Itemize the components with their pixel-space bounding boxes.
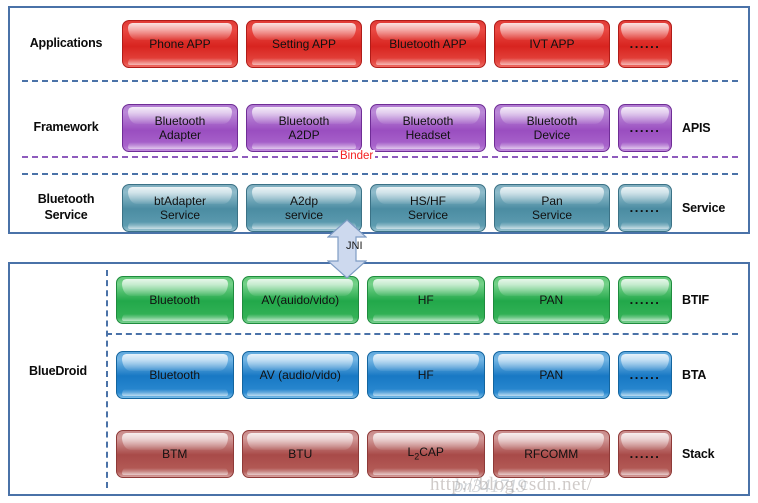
node-bluetooth-device[interactable]: Bluetooth Device [494,104,610,152]
row-tail-apis: APIS [682,121,711,135]
row-boxes-bta: Bluetooth AV (audio/vido) HF PAN ...... [116,351,674,399]
node-bta-bluetooth[interactable]: Bluetooth [116,351,234,399]
node-stack-btm[interactable]: BTM [116,430,234,478]
jni-label: JNI [346,240,363,252]
node-hshf-service[interactable]: HS/HF Service [370,184,486,232]
divider-btif-bta [106,333,738,335]
row-bta: Bluetooth AV (audio/vido) HF PAN ...... … [10,347,748,403]
row-bluetooth-service: Bluetooth Service btAdapter Service A2dp se… [10,180,748,236]
node-bta-av[interactable]: AV (audio/vido) [241,351,359,399]
node-bta-hf[interactable]: HF [367,351,485,399]
node-btif-pan[interactable]: PAN [492,276,610,324]
node-stack-ellipsis[interactable]: ...... [618,430,672,478]
bluedroid-section: BlueDroid Bluetooth AV(auido/vido) HF PA… [8,262,750,496]
row-label-bluetooth-service: Bluetooth Service [37,192,95,222]
l2cap-label: L2CAP [407,445,444,462]
node-stack-btu[interactable]: BTU [241,430,359,478]
node-btif-bluetooth[interactable]: Bluetooth [116,276,234,324]
row-boxes-stack: BTM BTU L2CAP RFCOMM ...... [116,430,674,478]
row-stack: BTM BTU L2CAP RFCOMM ...... Stack [10,426,748,482]
node-bluetooth-headset[interactable]: Bluetooth Headset [370,104,486,152]
row-tail-stack: Stack [682,447,715,461]
node-phone-app[interactable]: Phone APP [122,20,238,68]
node-applications-ellipsis[interactable]: ...... [618,20,672,68]
binder-label: Binder [338,150,376,162]
node-setting-app[interactable]: Setting APP [246,20,362,68]
row-boxes-applications: Phone APP Setting APP Bluetooth APP IVT … [122,20,674,68]
node-bluetooth-a2dp[interactable]: Bluetooth A2DP [246,104,362,152]
row-boxes-btif: Bluetooth AV(auido/vido) HF PAN ...... [116,276,674,324]
node-service-ellipsis[interactable]: ...... [618,184,672,232]
node-stack-l2cap[interactable]: L2CAP [367,430,485,478]
row-tail-bta: BTA [682,368,707,382]
row-framework: Framework Bluetooth Adapter Bluetooth A2DP… [10,98,748,158]
node-stack-rfcomm[interactable]: RFCOMM [492,430,610,478]
node-ivt-app[interactable]: IVT APP [494,20,610,68]
row-btif: Bluetooth AV(auido/vido) HF PAN ...... B… [10,272,748,328]
divider-binder-lower [22,173,738,175]
row-tail-btif: BTIF [682,293,709,307]
node-bluetooth-app[interactable]: Bluetooth APP [370,20,486,68]
node-framework-ellipsis[interactable]: ...... [618,104,672,152]
row-boxes-framework: Bluetooth Adapter Bluetooth A2DP Bluetooth… [122,104,674,152]
row-tail-service: Service [682,201,726,215]
row-applications: Applications Phone APP Setting APP Bluet… [10,14,748,74]
node-bta-pan[interactable]: PAN [492,351,610,399]
node-btif-hf[interactable]: HF [367,276,485,324]
row-label-framework: Framework [33,120,99,135]
node-pan-service[interactable]: Pan Service [494,184,610,232]
android-framework-section: Applications Phone APP Setting APP Bluet… [8,6,750,234]
node-btif-av[interactable]: AV(auido/vido) [241,276,359,324]
node-bluetooth-adapter[interactable]: Bluetooth Adapter [122,104,238,152]
row-boxes-bluetooth-service: btAdapter Service A2dp service HS/HF Servic… [122,184,674,232]
divider-framework-bottom [22,156,738,158]
node-btadapter-service[interactable]: btAdapter Service [122,184,238,232]
row-label-applications: Applications [29,36,103,51]
node-bta-ellipsis[interactable]: ...... [618,351,672,399]
node-btif-ellipsis[interactable]: ...... [618,276,672,324]
divider-applications-framework [22,80,738,82]
